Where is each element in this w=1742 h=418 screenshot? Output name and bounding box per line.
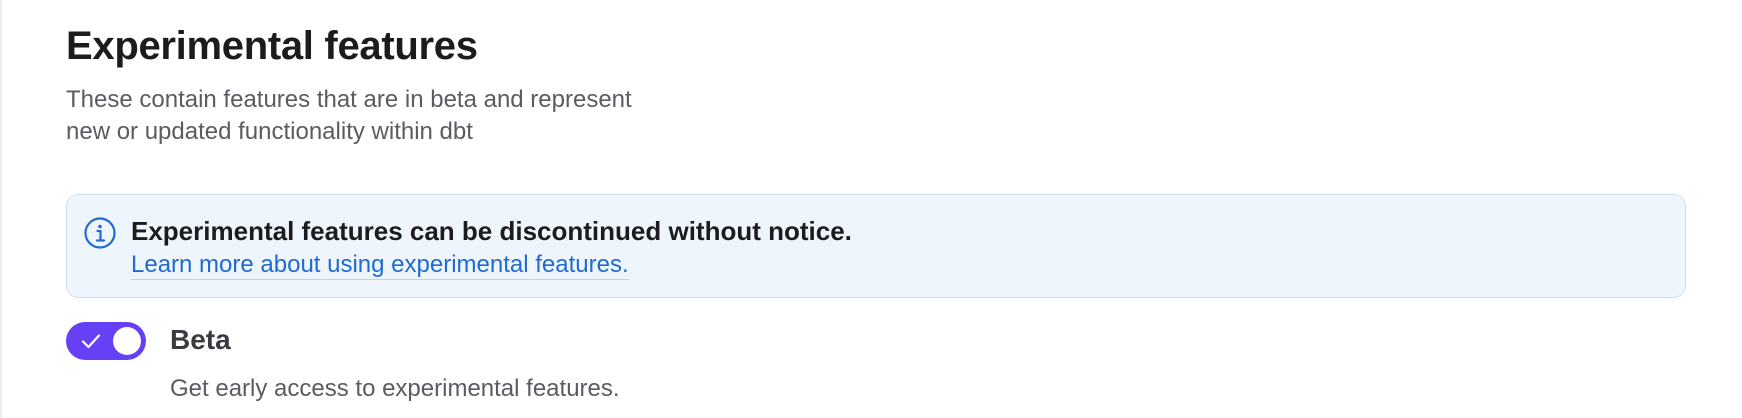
section-description-line-2: new or updated functionality within dbt <box>66 118 473 145</box>
callout-heading: Experimental features can be discontinue… <box>131 216 852 246</box>
section-description-line-1: These contain features that are in beta … <box>66 86 632 113</box>
beta-toggle-label: Beta <box>170 324 231 355</box>
left-divider <box>0 0 2 418</box>
beta-toggle-text: Beta Get early access to experimental fe… <box>170 322 620 404</box>
learn-more-link[interactable]: Learn more about using experimental feat… <box>131 251 629 280</box>
info-callout: Experimental features can be discontinue… <box>66 194 1686 298</box>
beta-toggle-switch[interactable] <box>66 322 146 360</box>
experimental-features-section: Experimental features These contain feat… <box>66 20 1686 404</box>
check-icon <box>81 334 101 349</box>
settings-page: Experimental features These contain feat… <box>0 0 1742 418</box>
beta-toggle-row: Beta Get early access to experimental fe… <box>66 322 1686 404</box>
section-title: Experimental features <box>66 24 478 68</box>
beta-toggle-description: Get early access to experimental feature… <box>170 375 620 402</box>
toggle-knob <box>113 327 141 355</box>
info-icon <box>84 217 116 249</box>
section-description: These contain features that are in beta … <box>66 84 706 148</box>
callout-body: Experimental features can be discontinue… <box>131 215 852 280</box>
